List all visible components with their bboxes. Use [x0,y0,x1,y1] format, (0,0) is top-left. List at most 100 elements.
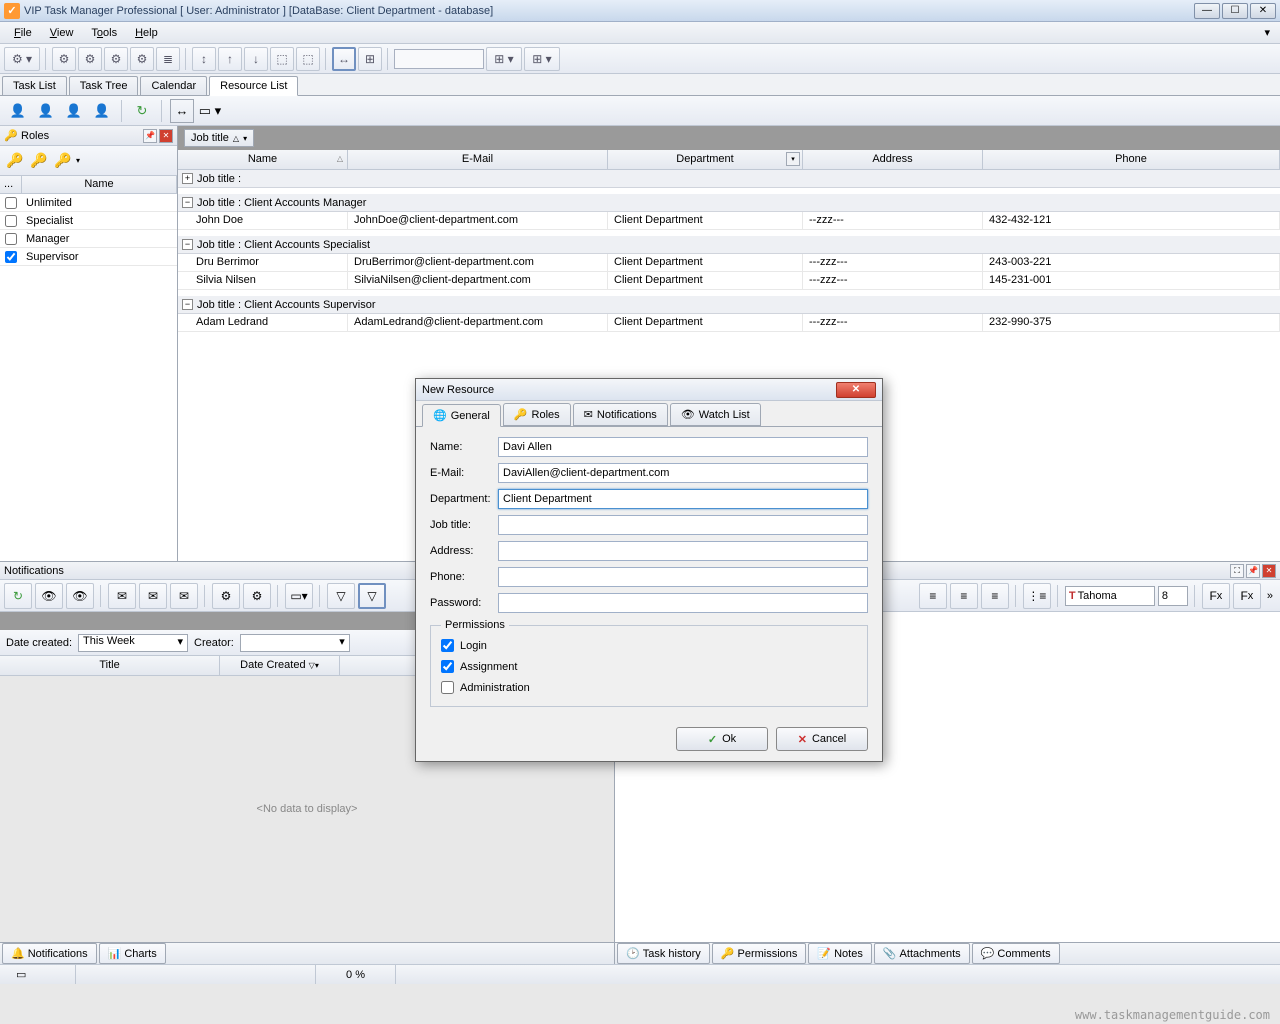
group-header[interactable]: −Job title : Client Accounts Manager [178,194,1280,212]
creator-combo[interactable]: ▾ [240,634,350,652]
dialog-tab-watchlist[interactable]: 👁Watch List [670,403,761,426]
sub-btn-4[interactable]: 👤 [90,99,114,123]
bottom-tab-notes[interactable]: 📝Notes [808,943,871,964]
table-row[interactable]: Dru BerrimorDruBerrimor@client-departmen… [178,254,1280,272]
notif-pin-icon[interactable]: 📌 [1246,564,1260,578]
group-header[interactable]: −Job title : Client Accounts Specialist [178,236,1280,254]
checkbox-login[interactable] [441,639,454,652]
bottom-tab-attachments[interactable]: 📎Attachments [874,943,970,964]
toolbar-down-icon[interactable]: ↓ [244,47,268,71]
role-checkbox[interactable] [5,233,17,245]
notif-btn-2[interactable]: 👁 [35,583,63,609]
col-name[interactable]: Name△ [178,150,348,169]
group-toggle-icon[interactable]: − [182,197,193,208]
cancel-button[interactable]: ✕Cancel [776,727,868,751]
font-btn-1[interactable]: Fx [1202,583,1230,609]
tab-task-list[interactable]: Task List [2,76,67,95]
toolbar-combo-1[interactable] [394,49,484,69]
toolbar-btn-2[interactable]: ⚙ [52,47,76,71]
align-right-icon[interactable]: ≡ [981,583,1009,609]
key-add-icon[interactable]: 🔑 [4,150,26,172]
input-name[interactable] [498,437,868,457]
toolbar-btn-1[interactable]: ⚙ ▾ [4,47,40,71]
font-selector[interactable]: TTahoma [1065,586,1155,606]
bottom-tab-comments[interactable]: 💬Comments [972,943,1060,964]
role-checkbox[interactable] [5,215,17,227]
notif-expand-icon[interactable]: ⛶ [1230,564,1244,578]
close-button[interactable]: ✕ [1250,3,1276,19]
toolbar-btn-10[interactable]: ⊞ ▾ [486,47,522,71]
table-row[interactable]: John DoeJohnDoe@client-department.comCli… [178,212,1280,230]
toolbar-btn-11[interactable]: ⊞ ▾ [524,47,560,71]
notif-btn-8[interactable]: ⚙ [243,583,271,609]
dialog-tab-general[interactable]: 🌐General [422,404,501,427]
sub-leftright-icon[interactable]: ↔ [170,99,194,123]
notif-close-icon[interactable]: ✕ [1262,564,1276,578]
list-icon[interactable]: ⋮≡ [1023,583,1051,609]
toolbar-btn-7[interactable]: ⬚ [270,47,294,71]
ok-button[interactable]: ✓Ok [676,727,768,751]
align-center-icon[interactable]: ≡ [950,583,978,609]
dialog-close-button[interactable]: ✕ [836,382,876,398]
group-header[interactable]: −Job title : Client Accounts Supervisor [178,296,1280,314]
table-row[interactable]: Adam LedrandAdamLedrand@client-departmen… [178,314,1280,332]
sub-btn-5[interactable]: ▭ ▾ [198,99,222,123]
tab-task-tree[interactable]: Task Tree [69,76,139,95]
notif-btn-6[interactable]: ✉ [170,583,198,609]
roles-row[interactable]: Specialist [0,212,177,230]
toolbar-btn-3[interactable]: ⚙ [78,47,102,71]
bottom-tab-charts[interactable]: 📊Charts [99,943,166,964]
font-size-selector[interactable]: 8 [1158,586,1188,606]
group-toggle-icon[interactable]: − [182,239,193,250]
input-password[interactable] [498,593,868,613]
checkbox-administration[interactable] [441,681,454,694]
role-checkbox[interactable] [5,251,17,263]
input-phone[interactable] [498,567,868,587]
toolbar-up-icon[interactable]: ↑ [218,47,242,71]
group-toggle-icon[interactable]: − [182,299,193,310]
role-checkbox[interactable] [5,197,17,209]
filter-icon-2[interactable]: ▽ [358,583,386,609]
input-jobtitle[interactable] [498,515,868,535]
menu-tools[interactable]: Tools [83,25,125,41]
notif-col-title[interactable]: Title [0,656,220,675]
col-phone[interactable]: Phone [983,150,1280,169]
filter-icon[interactable]: ▽ [327,583,355,609]
roles-col-dots[interactable]: ... [0,176,22,193]
align-left-icon[interactable]: ≡ [919,583,947,609]
bottom-tab-permissions[interactable]: 🔑Permissions [712,943,807,964]
menu-file[interactable]: File [6,25,40,41]
checkbox-assignment[interactable] [441,660,454,673]
roles-pin-icon[interactable]: 📌 [143,129,157,143]
col-email[interactable]: E-Mail [348,150,608,169]
menu-view[interactable]: View [42,25,82,41]
notif-btn-7[interactable]: ⚙ [212,583,240,609]
sub-btn-2[interactable]: 👤 [34,99,58,123]
toolbar-btn-5[interactable]: ⚙ [130,47,154,71]
toolbar-overflow[interactable]: » [1264,590,1276,602]
minimize-button[interactable]: — [1194,3,1220,19]
sub-btn-3[interactable]: 👤 [62,99,86,123]
table-row[interactable]: Silvia NilsenSilviaNilsen@client-departm… [178,272,1280,290]
input-department[interactable] [498,489,868,509]
dialog-tab-notifications[interactable]: ✉Notifications [573,403,668,426]
roles-close-icon[interactable]: ✕ [159,129,173,143]
font-btn-2[interactable]: Fx [1233,583,1261,609]
key-edit-icon[interactable]: 🔑 [28,150,50,172]
input-email[interactable] [498,463,868,483]
dialog-tab-roles[interactable]: 🔑Roles [503,403,571,426]
dropdown-icon[interactable]: ▾ [786,152,800,166]
notif-col-date[interactable]: Date Created ▽▾ [220,656,340,675]
notif-btn-5[interactable]: ✉ [139,583,167,609]
toolbar-btn-8[interactable]: ⬚ [296,47,320,71]
notif-btn-3[interactable]: 👁 [66,583,94,609]
bottom-tab-notifications[interactable]: 🔔Notifications [2,943,97,964]
toolbar-btn-4[interactable]: ⚙ [104,47,128,71]
roles-row[interactable]: Manager [0,230,177,248]
group-header[interactable]: +Job title : [178,170,1280,188]
roles-row[interactable]: Supervisor [0,248,177,266]
toolbar-btn-6[interactable]: ≣ [156,47,180,71]
group-chip[interactable]: Job title△▾ [184,129,254,147]
menu-help[interactable]: Help [127,25,166,41]
col-department[interactable]: Department▾ [608,150,803,169]
